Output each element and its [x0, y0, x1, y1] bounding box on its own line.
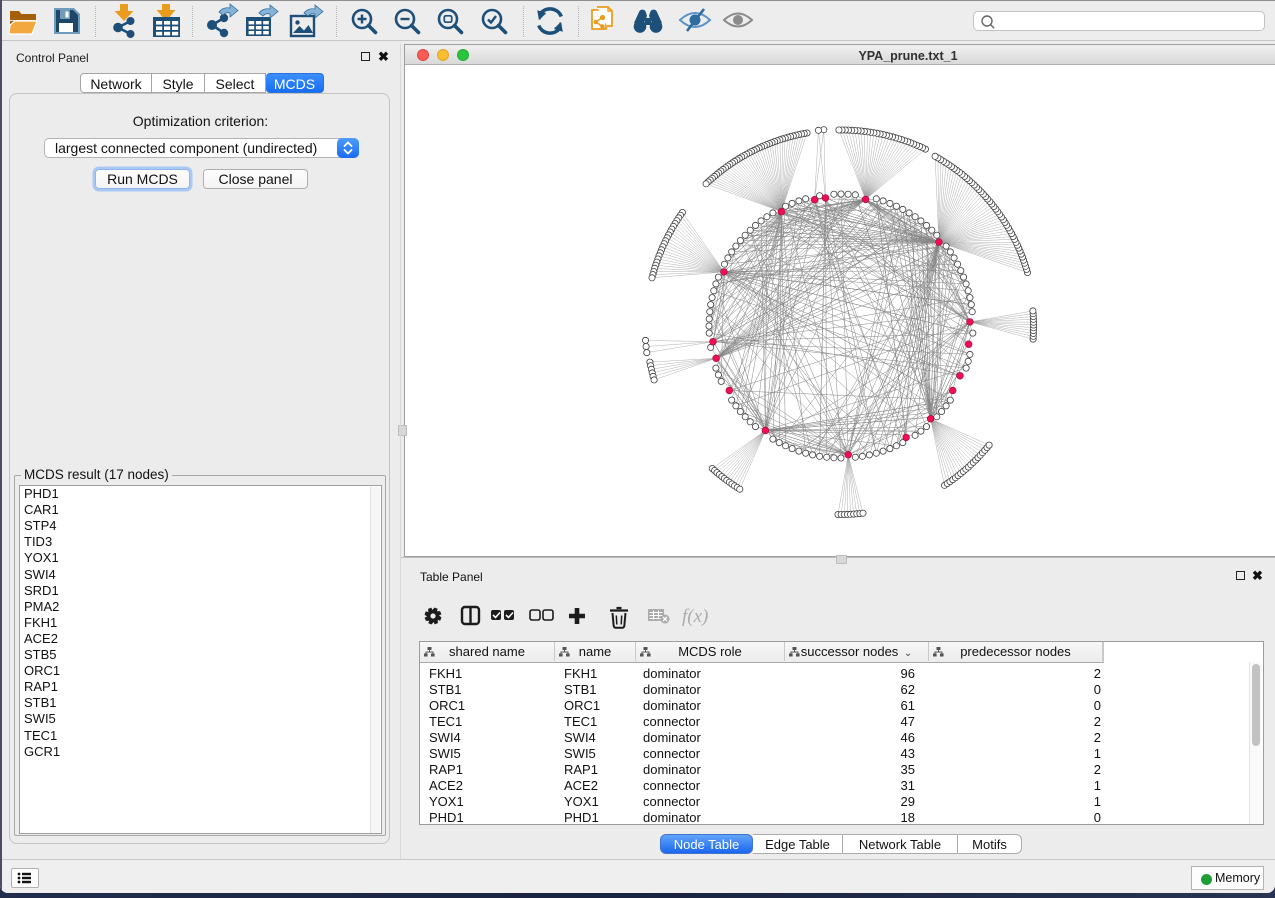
svg-text:f(x): f(x)	[682, 606, 708, 627]
